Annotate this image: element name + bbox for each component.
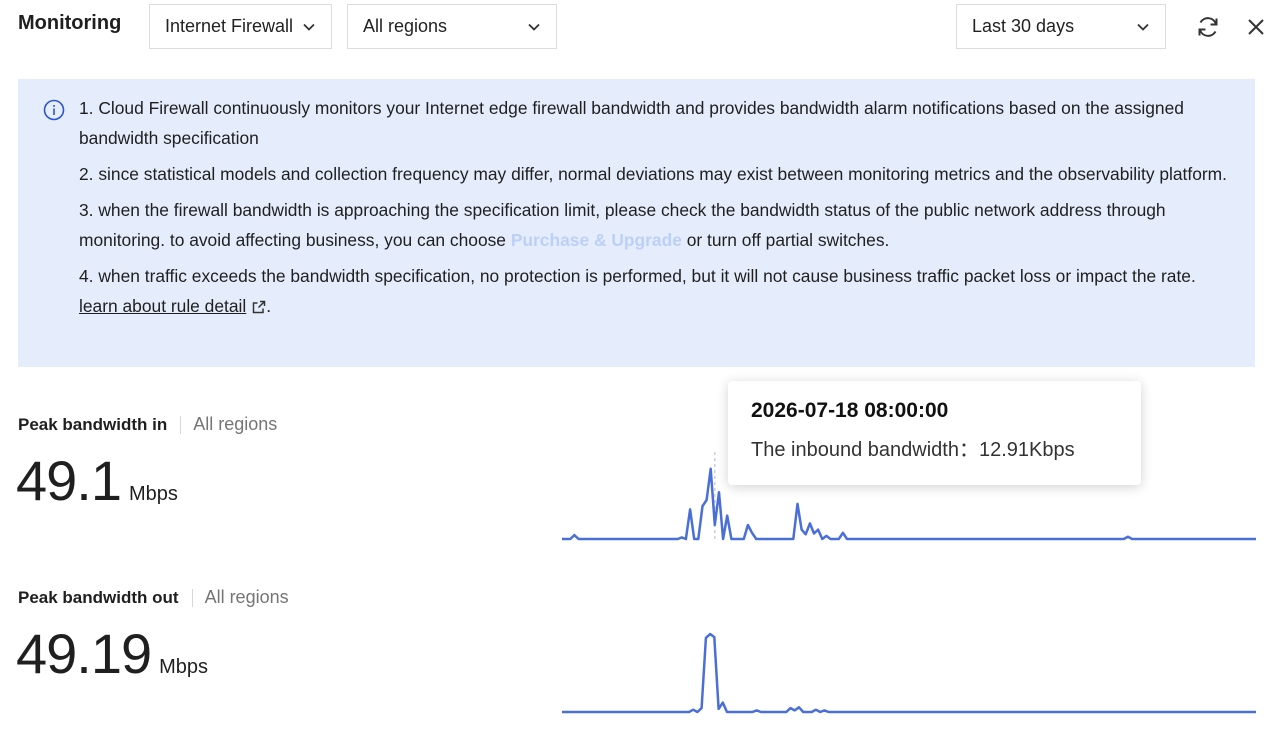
peak-bandwidth-out-value: 49.19 Mbps (16, 621, 208, 686)
chart-tooltip: 2026-07-18 08:00:00 The inbound bandwidt… (728, 381, 1141, 485)
metric-unit: Mbps (159, 656, 209, 678)
peak-bandwidth-out-label: Peak bandwidth out All regions (18, 587, 289, 608)
notice-line-2: 2. since statistical models and collecti… (79, 164, 1228, 184)
metric-region: All regions (204, 587, 289, 607)
notice-lines: 1. Cloud Firewall continuously monitors … (79, 93, 1244, 327)
peak-bandwidth-in-value: 49.1 Mbps (16, 448, 178, 513)
metric-unit: Mbps (129, 483, 178, 505)
product-select[interactable]: Internet Firewall (149, 4, 332, 49)
metric-number: 49.19 (16, 622, 152, 685)
external-link-icon[interactable] (252, 300, 266, 314)
notice-line-3: 3. when the firewall bandwidth is approa… (79, 195, 1244, 255)
outbound-bandwidth-chart[interactable] (560, 625, 1256, 715)
rule-link-suffix: . (266, 296, 272, 316)
metric-title: Peak bandwidth in (18, 414, 168, 434)
chevron-down-icon (1137, 23, 1149, 31)
purchase-upgrade-link[interactable]: Purchase & Upgrade (511, 230, 682, 250)
metric-number: 49.1 (16, 449, 122, 512)
outbound-series-line (562, 632, 1256, 714)
chevron-down-icon (528, 23, 540, 31)
notice-line-4: 4. when traffic exceeds the bandwidth sp… (79, 261, 1244, 321)
notice-line-3-post: or turn off partial switches. (681, 230, 890, 250)
tooltip-date: 2026-07-18 08:00:00 (751, 399, 949, 422)
header: Monitoring Internet Firewall All regions… (0, 0, 1280, 56)
product-select-value: Internet Firewall (165, 16, 294, 36)
divider (191, 588, 193, 607)
notice-line-4-text: 4. when traffic exceeds the bandwidth sp… (79, 266, 1196, 286)
page-title: Monitoring (18, 12, 122, 34)
metric-title: Peak bandwidth out (18, 587, 179, 607)
metric-region: All regions (193, 414, 278, 434)
tooltip-row: The inbound bandwidth：12.91Kbps (751, 433, 1118, 462)
peak-bandwidth-in-label: Peak bandwidth in All regions (18, 414, 277, 435)
refresh-icon[interactable] (1195, 14, 1221, 40)
info-notice: 1. Cloud Firewall continuously monitors … (18, 79, 1255, 367)
time-range-select[interactable]: Last 30 days (956, 4, 1166, 49)
tooltip-label: The inbound bandwidth： (751, 439, 979, 461)
tooltip-value: 12.91Kbps (978, 439, 1075, 461)
rule-detail-link[interactable]: learn about rule detail (79, 296, 246, 316)
region-select[interactable]: All regions (347, 4, 557, 49)
info-icon (43, 99, 65, 121)
chevron-down-icon (303, 23, 315, 31)
close-icon[interactable] (1243, 14, 1269, 40)
region-select-value: All regions (363, 16, 448, 36)
time-range-select-value: Last 30 days (972, 16, 1075, 36)
notice-line-1: 1. Cloud Firewall continuously monitors … (79, 98, 1184, 148)
divider (180, 415, 182, 434)
